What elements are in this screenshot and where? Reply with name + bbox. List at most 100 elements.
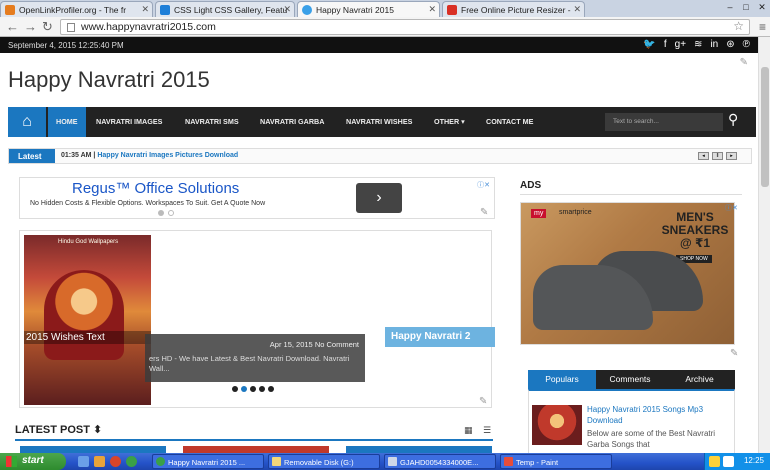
tab-populars[interactable]: Populars	[528, 370, 596, 389]
ticker-next-icon[interactable]: ▸	[726, 152, 737, 160]
slide-side-label[interactable]: Happy Navratri 2	[385, 327, 495, 347]
pagination-dot[interactable]	[158, 210, 164, 216]
nav-navratri-garba[interactable]: NAVRATRI GARBA	[252, 107, 332, 137]
clock[interactable]: 12:25	[744, 456, 764, 465]
image-watermark: Hindu God Wallpapers	[58, 239, 119, 245]
browser-menu-icon[interactable]: ≡	[759, 20, 766, 34]
close-icon[interactable]: ✕	[141, 4, 149, 15]
slide-title[interactable]: 2015 Wishes Text	[24, 331, 151, 344]
popular-posts-panel: Happy Navratri 2015 Songs Mp3 Download B…	[528, 389, 735, 453]
ads-heading: ADS	[520, 180, 542, 191]
view-toggle-icons[interactable]: ▦ ☰	[464, 425, 495, 436]
divider	[15, 439, 493, 441]
slide-caption: Apr 15, 2015 No Comment ers HD - We have…	[145, 334, 365, 382]
explorer-icon[interactable]	[94, 456, 105, 467]
tab-archive[interactable]: Archive	[664, 370, 735, 389]
nav-home[interactable]: HOME	[48, 107, 86, 137]
ad-brand-logo: my	[531, 209, 547, 218]
twitter-icon[interactable]: 🐦	[643, 39, 655, 50]
tab-picture-resizer[interactable]: Free Online Picture Resizer - ✕	[442, 1, 585, 17]
chrome-icon[interactable]	[126, 456, 137, 467]
taskbar-task-paint[interactable]: Temp - Paint	[500, 454, 612, 469]
nav-navratri-wishes[interactable]: NAVRATRI WISHES	[338, 107, 420, 137]
nav-navratri-images[interactable]: NAVRATRI IMAGES	[88, 107, 170, 137]
google-plus-icon[interactable]: g+	[675, 39, 686, 50]
ad-banner[interactable]: Regus™ Office Solutions No Hidden Costs …	[19, 177, 495, 219]
task-label: Temp - Paint	[516, 458, 559, 467]
latest-post-heading: LATEST POST ⬍	[15, 424, 103, 436]
site-title[interactable]: Happy Navratri 2015	[8, 67, 210, 93]
pagination-dot[interactable]	[241, 386, 247, 392]
ad-title[interactable]: Regus™ Office Solutions	[72, 180, 239, 197]
caption-date: Apr 15, 2015 No Comment	[269, 340, 359, 349]
linkedin-icon[interactable]: in	[710, 39, 718, 50]
bookmark-star-icon[interactable]: ☆	[733, 19, 744, 33]
ticker-text: 01:35 AM | Happy Navratri Images Picture…	[61, 152, 238, 159]
ad-brand-name: smartprice	[559, 209, 592, 216]
search-input[interactable]: Text to search...	[605, 113, 723, 131]
home-icon[interactable]: ⌂	[8, 107, 46, 137]
network-icon[interactable]	[709, 456, 720, 467]
pagination-dot[interactable]	[268, 386, 274, 392]
css-gallery-icon	[160, 5, 170, 15]
forward-arrow-icon[interactable]: →	[24, 19, 37, 34]
facebook-icon[interactable]: f	[664, 39, 667, 50]
sidebar-ad-image[interactable]: my smartprice MEN'S SNEAKERS @ ₹1 SHOP N…	[520, 202, 735, 345]
start-button[interactable]: start	[0, 453, 66, 470]
nav-navratri-sms[interactable]: NAVRATRI SMS	[177, 107, 247, 137]
current-date: September 4, 2015 12:25:40 PM	[8, 41, 124, 50]
nav-contact-me[interactable]: CONTACT ME	[478, 107, 541, 137]
minimize-icon[interactable]: –	[722, 0, 738, 14]
firefox-icon[interactable]	[110, 456, 121, 467]
rss-icon[interactable]: ≋	[694, 39, 702, 50]
adchoices-icon[interactable]: ⓘ✕	[477, 180, 490, 190]
chrome-icon	[156, 457, 165, 466]
page-scrollbar[interactable]	[758, 37, 770, 453]
search-icon[interactable]: ⚲	[728, 111, 738, 128]
volume-icon[interactable]	[723, 456, 734, 467]
close-icon[interactable]: ✕	[283, 4, 291, 15]
ad-pagination	[158, 210, 174, 216]
adchoices-icon[interactable]: ⓘ✕	[725, 203, 738, 213]
pin-icon: ✎	[479, 396, 488, 407]
nav-other-dropdown[interactable]: OTHER ▾	[426, 107, 473, 137]
pagination-dot[interactable]	[259, 386, 265, 392]
back-arrow-icon[interactable]: ←	[6, 19, 19, 34]
post-card[interactable]	[183, 446, 329, 453]
ticker-pause-icon[interactable]: ‖	[712, 152, 723, 160]
close-icon[interactable]: ✕	[573, 4, 581, 15]
tab-css-gallery[interactable]: CSS Light CSS Gallery, Featu ✕	[155, 1, 295, 17]
tab-happy-navratri[interactable]: Happy Navratri 2015 ✕	[297, 1, 440, 17]
dribbble-icon[interactable]: ⊛	[726, 39, 734, 50]
ticker-link[interactable]: Happy Navratri Images Pictures Download	[97, 152, 238, 159]
ticker-label: Latest	[9, 149, 55, 163]
close-window-icon[interactable]: ✕	[754, 0, 770, 14]
url-input[interactable]: www.happynavratri2015.com ☆	[60, 19, 750, 35]
featured-slider: Hindu God Wallpapers 2015 Wishes Text Ap…	[19, 230, 495, 408]
post-thumbnail[interactable]	[532, 405, 582, 445]
pagination-dot[interactable]	[232, 386, 238, 392]
maximize-icon[interactable]: □	[738, 0, 754, 14]
popular-post-title[interactable]: Happy Navratri 2015 Songs Mp3 Download	[587, 404, 727, 426]
show-desktop-icon[interactable]	[78, 456, 89, 467]
ticker-prev-icon[interactable]: ◂	[698, 152, 709, 160]
popular-post-excerpt: Below are some of the Best Navratri Garb…	[587, 429, 716, 449]
pin-icon: ✎	[730, 348, 739, 359]
ad-arrow-button[interactable]: ›	[356, 183, 402, 213]
taskbar-task-document[interactable]: GJAHD0054334000E...	[384, 454, 496, 469]
scrollbar-thumb[interactable]	[761, 67, 769, 187]
taskbar-task-removable-disk[interactable]: Removable Disk (G:)	[268, 454, 380, 469]
ticker-controls: ◂ ‖ ▸	[698, 152, 737, 160]
pagination-dot[interactable]	[250, 386, 256, 392]
taskbar-task-browser[interactable]: Happy Navratri 2015 ...	[152, 454, 264, 469]
reload-icon[interactable]: ↻	[42, 19, 53, 35]
slide-image[interactable]: Hindu God Wallpapers 2015 Wishes Text	[24, 235, 151, 405]
tab-comments[interactable]: Comments	[596, 370, 664, 389]
tab-label: Free Online Picture Resizer -	[461, 5, 571, 15]
post-card[interactable]	[346, 446, 492, 453]
post-card[interactable]	[20, 446, 166, 453]
pinterest-icon[interactable]: ℗	[743, 39, 750, 50]
pagination-dot[interactable]	[168, 210, 174, 216]
tab-openlinkprofiler[interactable]: OpenLinkProfiler.org - The fr ✕	[0, 1, 153, 17]
close-icon[interactable]: ✕	[428, 4, 436, 15]
